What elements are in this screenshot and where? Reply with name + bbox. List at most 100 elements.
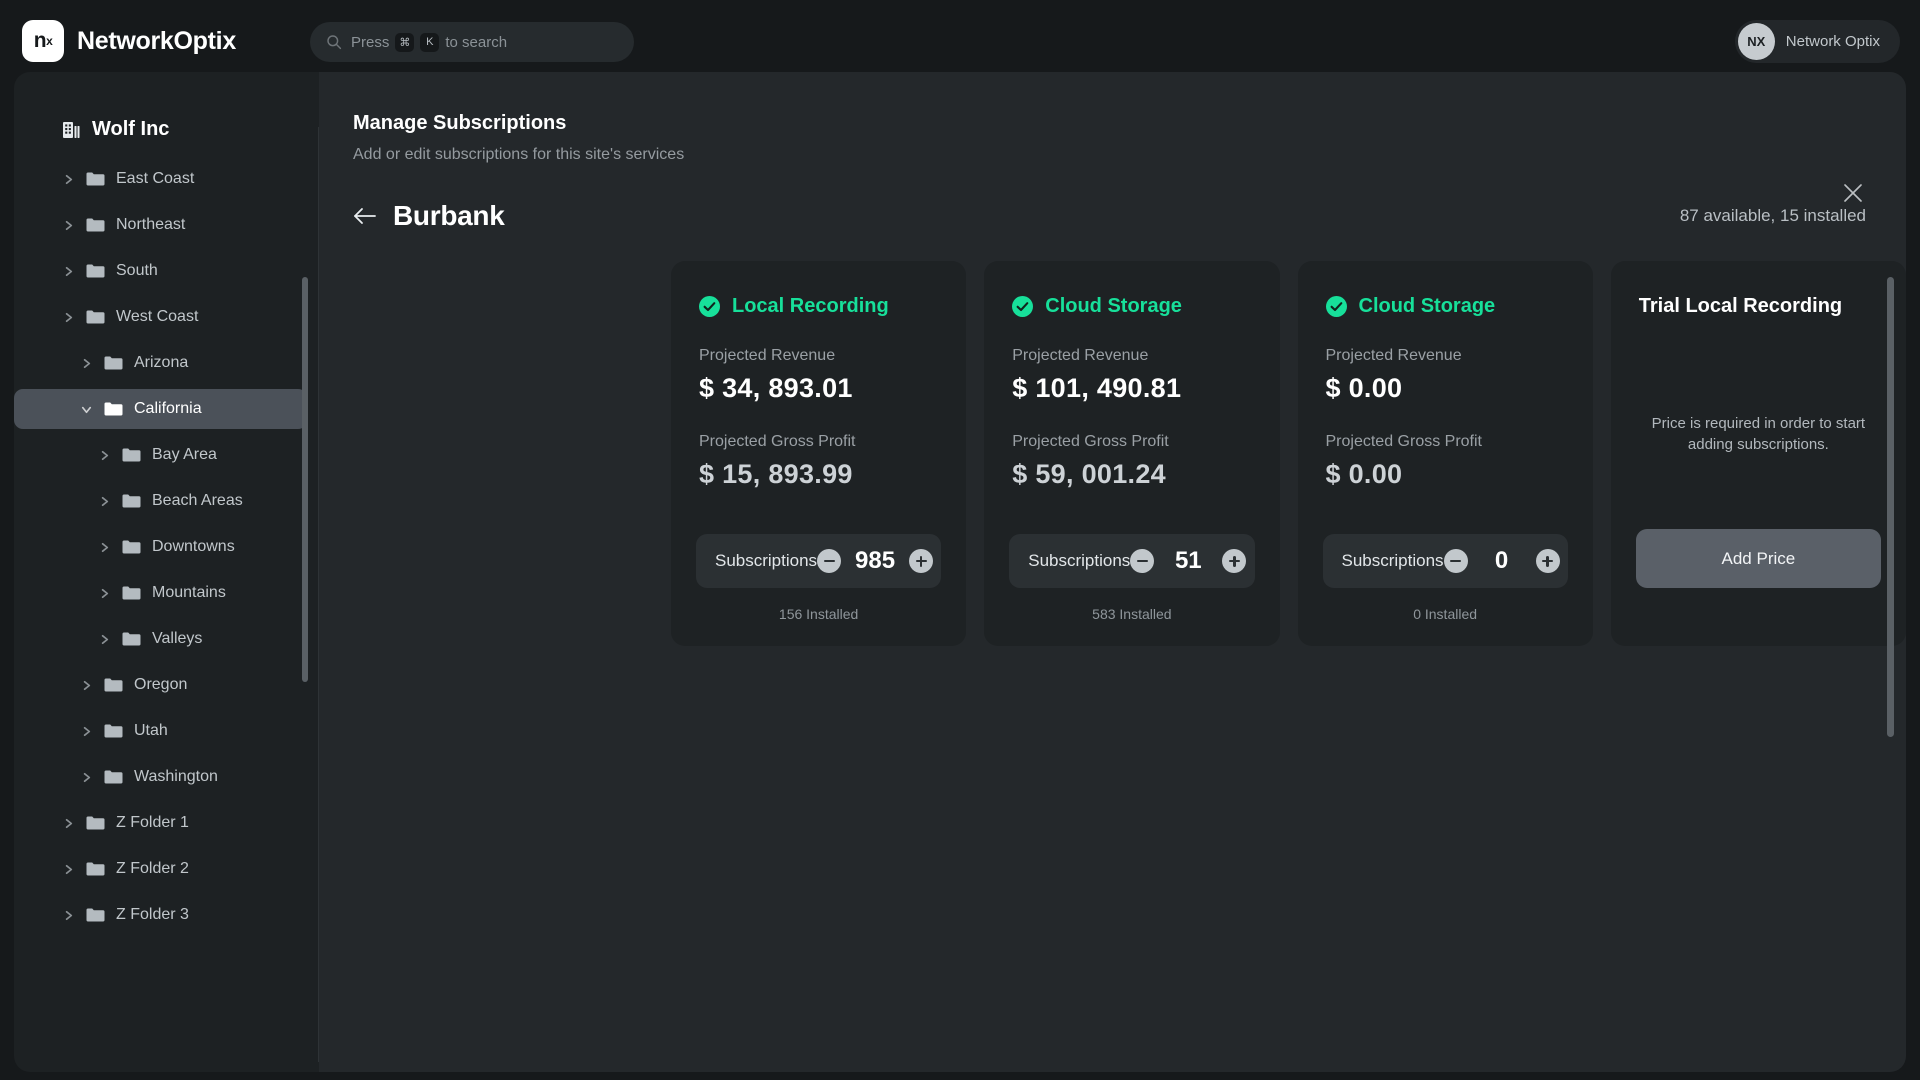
logo-mark: n <box>33 29 47 52</box>
chevron-right-icon[interactable] <box>62 909 75 922</box>
sidebar-item-arizona[interactable]: Arizona <box>14 343 307 383</box>
sidebar-item-mountains[interactable]: Mountains <box>14 573 307 613</box>
sidebar-item-washington[interactable]: Washington <box>14 757 307 797</box>
chevron-right-icon[interactable] <box>62 173 75 186</box>
page-subtitle: Add or edit subscriptions for this site'… <box>353 146 685 163</box>
chevron-right-icon[interactable] <box>62 863 75 876</box>
logo-sup: x <box>46 34 53 48</box>
close-icon[interactable] <box>1840 180 1866 206</box>
section-header: Burbank 87 available, 15 installed <box>353 200 1866 232</box>
sidebar-item-label: Beach Areas <box>152 492 243 509</box>
folder-icon <box>104 402 123 416</box>
chevron-right-icon[interactable] <box>80 679 93 692</box>
sidebar-item-z-folder-1[interactable]: Z Folder 1 <box>14 803 307 843</box>
panel-scrollbar[interactable] <box>1887 277 1894 737</box>
decrement-button[interactable] <box>1130 549 1155 573</box>
site-name: Burbank <box>393 200 505 231</box>
brand[interactable]: nx NetworkOptix <box>22 20 236 62</box>
chevron-right-icon[interactable] <box>62 265 75 278</box>
search-icon <box>327 35 342 50</box>
increment-button[interactable] <box>909 549 934 573</box>
card-title: Cloud Storage <box>1045 295 1182 317</box>
sidebar-item-label: Mountains <box>152 584 226 601</box>
sidebar-item-valleys[interactable]: Valleys <box>14 619 307 659</box>
increment-button[interactable] <box>1222 549 1247 573</box>
panel-header: Manage Subscriptions Add or edit subscri… <box>353 112 1906 164</box>
stepper-controls: 985 <box>817 547 934 575</box>
folder-icon <box>86 218 105 232</box>
sidebar-item-label: Northeast <box>116 216 186 233</box>
sidebar-item-z-folder-2[interactable]: Z Folder 2 <box>14 849 307 889</box>
revenue-value: $ 101, 490.81 <box>1012 373 1182 403</box>
chevron-right-icon[interactable] <box>62 219 75 232</box>
decrement-button[interactable] <box>1443 549 1468 573</box>
subscription-count[interactable]: 0 <box>1481 547 1523 575</box>
folder-icon <box>122 586 141 600</box>
check-circle-icon <box>1012 296 1034 317</box>
search-input[interactable]: Press ⌘ K to search <box>310 22 634 62</box>
availability-text: 87 available, 15 installed <box>1679 206 1866 225</box>
sidebar-item-california[interactable]: California <box>14 389 307 429</box>
revenue-value: $ 0.00 <box>1325 373 1403 403</box>
kbd-k: K <box>420 32 440 52</box>
chevron-right-icon[interactable] <box>98 541 111 554</box>
account-menu[interactable]: NX Network Optix <box>1734 20 1900 63</box>
revenue-label: Projected Revenue <box>699 347 836 364</box>
card-title-row: Cloud Storage <box>1325 295 1565 318</box>
manage-subscriptions-panel: Manage Subscriptions Add or edit subscri… <box>319 72 1906 1072</box>
top-bar: nx NetworkOptix Press ⌘ K to search NX N… <box>0 0 1920 82</box>
sidebar-item-east-coast[interactable]: East Coast <box>14 159 307 199</box>
card-title-row: Trial Local Recording <box>1639 295 1878 318</box>
org-header[interactable]: Wolf Inc <box>62 118 319 141</box>
chevron-right-icon[interactable] <box>62 817 75 830</box>
kbd-command-icon: ⌘ <box>395 32 415 52</box>
card-title: Trial Local Recording <box>1638 295 1843 317</box>
page-title: Manage Subscriptions <box>353 112 567 134</box>
revenue-label: Projected Revenue <box>1325 347 1462 364</box>
avatar: NX <box>1737 23 1775 60</box>
chevron-right-icon[interactable] <box>98 587 111 600</box>
sidebar-item-bay-area[interactable]: Bay Area <box>14 435 307 475</box>
sidebar-item-utah[interactable]: Utah <box>14 711 307 751</box>
folder-icon <box>86 172 105 186</box>
org-name: Wolf Inc <box>92 118 170 140</box>
folder-icon <box>86 264 105 278</box>
add-price-button[interactable]: Add Price <box>1635 529 1881 588</box>
account-name: Network Optix <box>1785 33 1880 50</box>
sidebar-item-label: Z Folder 2 <box>116 860 189 877</box>
sidebar-item-west-coast[interactable]: West Coast <box>14 297 307 337</box>
sidebar-item-label: Z Folder 1 <box>116 814 189 831</box>
sidebar-item-label: South <box>116 262 158 279</box>
sidebar-item-oregon[interactable]: Oregon <box>14 665 307 705</box>
chevron-right-icon[interactable] <box>80 771 93 784</box>
sidebar-item-downtowns[interactable]: Downtowns <box>14 527 307 567</box>
chevron-right-icon[interactable] <box>98 449 111 462</box>
sidebar-item-northeast[interactable]: Northeast <box>14 205 307 245</box>
folder-icon <box>122 632 141 646</box>
subscription-cards: Local Recording Projected Revenue $ 34, 89… <box>671 261 1906 646</box>
subscription-count[interactable]: 985 <box>854 547 896 575</box>
building-icon <box>63 122 80 138</box>
chevron-right-icon[interactable] <box>98 633 111 646</box>
stepper-label: Subscriptions <box>1028 551 1131 570</box>
sidebar: Wolf Inc East Coast Northeast South West Co… <box>14 72 319 1072</box>
installed-count: 0 Installed <box>1413 606 1478 622</box>
folder-icon <box>86 908 105 922</box>
chevron-down-icon[interactable] <box>80 403 93 416</box>
section-left: Burbank <box>353 200 505 232</box>
subscription-count[interactable]: 51 <box>1167 547 1209 575</box>
chevron-right-icon[interactable] <box>98 495 111 508</box>
sidebar-item-z-folder-3[interactable]: Z Folder 3 <box>14 895 307 935</box>
search-placeholder: Press ⌘ K to search <box>351 32 507 52</box>
chevron-right-icon[interactable] <box>80 357 93 370</box>
chevron-right-icon[interactable] <box>62 311 75 324</box>
profit-label: Projected Gross Profit <box>699 433 856 450</box>
arrow-left-icon[interactable] <box>353 206 377 226</box>
sidebar-item-beach-areas[interactable]: Beach Areas <box>14 481 307 521</box>
decrement-button[interactable] <box>817 549 842 573</box>
increment-button[interactable] <box>1535 549 1560 573</box>
card-title: Cloud Storage <box>1358 295 1496 317</box>
sidebar-item-south[interactable]: South <box>14 251 307 291</box>
sidebar-scrollbar[interactable] <box>302 277 308 682</box>
chevron-right-icon[interactable] <box>80 725 93 738</box>
